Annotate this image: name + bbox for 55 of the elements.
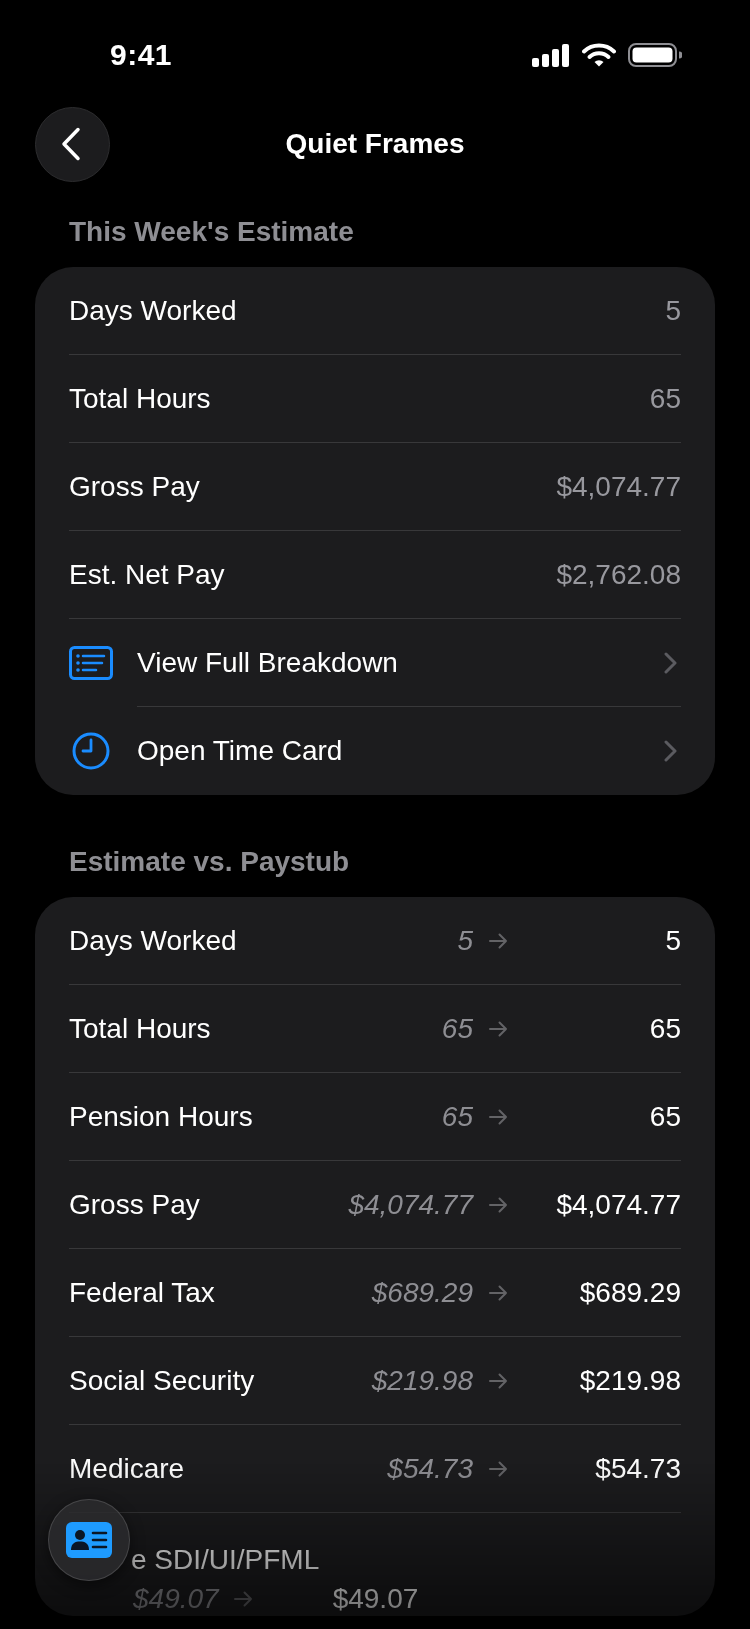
screen-title: Quiet Frames: [285, 127, 465, 161]
estimate-value: $54.73: [387, 1451, 473, 1486]
row-label: Pension Hours: [69, 1099, 254, 1134]
row-label: Est. Net Pay: [69, 557, 226, 592]
row-label: Days Worked: [69, 923, 238, 958]
arrow-icon: [489, 932, 508, 949]
arrow-icon: [489, 1108, 508, 1125]
paystub-value: $219.98: [578, 1363, 681, 1398]
arrow-icon: [233, 1591, 253, 1607]
estimate-value: $49.07: [133, 1582, 219, 1616]
estimate-value: 65: [441, 1011, 473, 1046]
section-header: This Week's Estimate: [68, 215, 354, 249]
row-label: Federal Tax: [69, 1275, 216, 1310]
estimate-value: 65: [441, 1099, 473, 1134]
battery-icon: [628, 43, 682, 67]
arrow-icon: [489, 1020, 508, 1037]
estimate-value: $689.29: [371, 1275, 473, 1310]
arrow-icon: [489, 1196, 508, 1213]
estimate-value: $4,074.77: [348, 1187, 473, 1222]
paystub-value: $4,074.77: [555, 1187, 681, 1222]
row-label: Total Hours: [69, 381, 212, 416]
estimate-value: $219.98: [371, 1363, 473, 1398]
row-value: 65: [649, 381, 681, 416]
link-row[interactable]: View Full Breakdown: [35, 619, 715, 707]
paystub-value: 65: [648, 1011, 681, 1046]
chevron-left-icon: [60, 127, 81, 161]
arrow-icon: [489, 1284, 508, 1301]
section-header: Estimate vs. Paystub: [68, 845, 350, 879]
chevron-right-icon: [664, 740, 677, 762]
row-label: Total Hours: [69, 1011, 212, 1046]
row-label: Days Worked: [69, 293, 238, 328]
paystub-value: 5: [664, 923, 681, 958]
list-icon: [69, 646, 113, 680]
clock-icon: [72, 732, 110, 770]
chevron-right-icon: [664, 651, 677, 674]
paystub-value: $54.73: [594, 1451, 681, 1486]
row-value: $4,074.77: [556, 469, 681, 504]
link-row[interactable]: Open Time Card: [35, 707, 715, 795]
arrow-icon: [489, 1372, 508, 1389]
estimate-value: 5: [457, 923, 473, 958]
row-value: $2,762.08: [556, 557, 681, 592]
row-label: Social Security: [69, 1363, 256, 1398]
row-value: 5: [665, 293, 681, 328]
wifi-icon: [582, 43, 616, 67]
row-label: Gross Pay: [69, 469, 201, 504]
paystub-value: 65: [648, 1099, 681, 1134]
arrow-icon: [489, 1460, 508, 1477]
row-label: Medicare: [69, 1451, 186, 1486]
row-label: Gross Pay: [69, 1187, 201, 1222]
paystub-value: $49.07: [332, 1582, 419, 1616]
signal-icon: [532, 43, 570, 67]
status-time: 9:41: [110, 38, 173, 72]
contact-card-icon: [66, 1522, 112, 1558]
row-label: e SDI/UI/PFML: [131, 1543, 320, 1577]
paystub-value: $689.29: [578, 1275, 681, 1310]
